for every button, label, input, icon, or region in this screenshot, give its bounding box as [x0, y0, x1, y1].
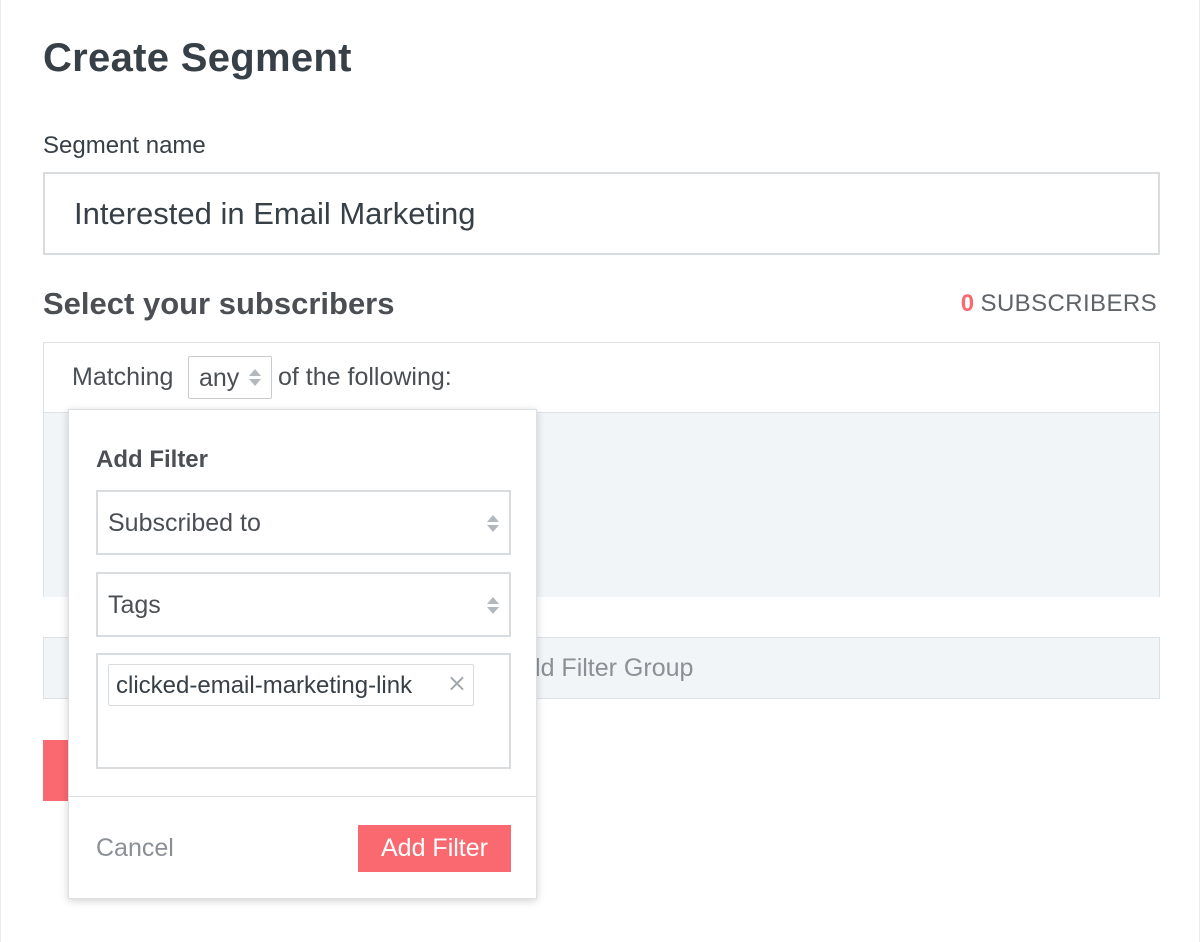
subscriber-count-number: 0	[960, 290, 975, 317]
matching-mode-select[interactable]: any	[188, 356, 272, 399]
add-filter-title: Add Filter	[96, 446, 208, 473]
segment-name-label: Segment name	[43, 132, 206, 159]
add-filter-group-label: Add Filter Group	[510, 654, 694, 682]
subscriber-count: 0 SUBSCRIBERS	[961, 290, 1157, 318]
add-filter-button[interactable]: Add Filter	[358, 825, 511, 872]
condition-select[interactable]: Subscribed to	[96, 490, 511, 555]
matching-mode-value: any	[199, 364, 240, 392]
cancel-button[interactable]: Cancel	[96, 834, 174, 863]
matching-row: Matching any of the following:	[44, 343, 1159, 413]
remove-tag-icon[interactable]: ×	[447, 671, 467, 695]
filter-type-select-value: Tags	[108, 591, 161, 619]
segment-name-input[interactable]	[43, 172, 1160, 255]
subscriber-count-label: SUBSCRIBERS	[980, 290, 1157, 317]
tag-chip: clicked-email-marketing-link ×	[108, 664, 474, 706]
select-stepper-icon	[487, 515, 499, 533]
condition-select-value: Subscribed to	[108, 509, 261, 537]
select-stepper-icon	[249, 369, 261, 387]
matching-suffix: of the following:	[278, 363, 452, 391]
tags-input[interactable]: clicked-email-marketing-link ×	[96, 653, 511, 769]
filter-type-select[interactable]: Tags	[96, 572, 511, 637]
page: Create Segment Segment name Select your …	[0, 0, 1200, 942]
tag-chip-label: clicked-email-marketing-link	[116, 672, 413, 699]
add-filter-popover: Add Filter Subscribed to Tags clicked-em…	[68, 409, 537, 899]
popover-divider	[69, 796, 536, 797]
matching-prefix: Matching	[72, 363, 174, 391]
select-subscribers-heading: Select your subscribers	[43, 286, 395, 321]
page-title: Create Segment	[43, 36, 352, 80]
select-stepper-icon	[487, 597, 499, 615]
